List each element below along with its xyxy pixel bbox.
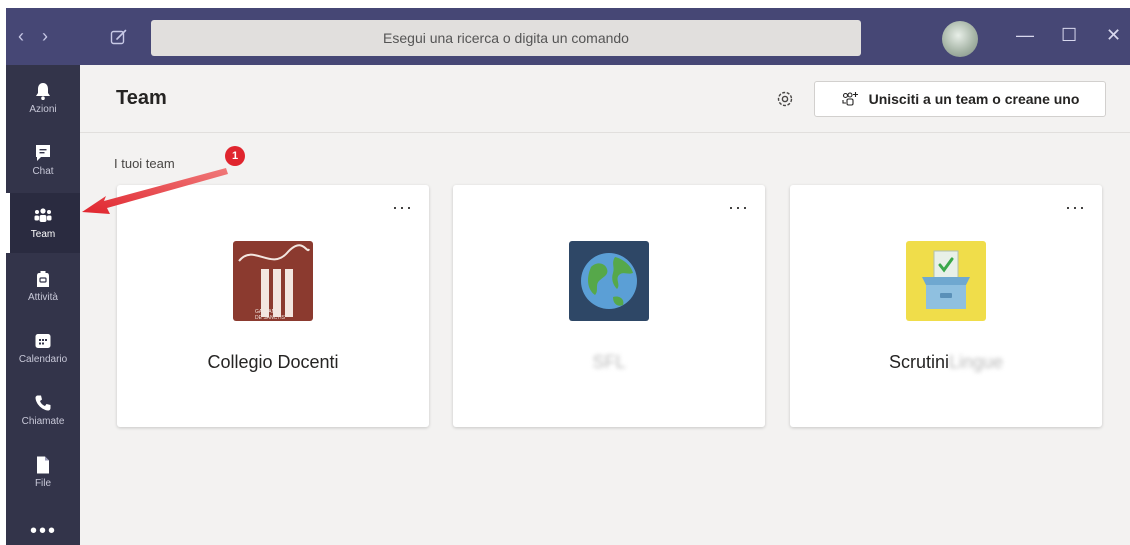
school-logo: GAETANO DE SANCTIS: [233, 241, 313, 321]
avatar[interactable]: [942, 21, 978, 57]
rail-item-file[interactable]: File: [6, 443, 80, 501]
calendar-icon: [35, 334, 51, 348]
join-or-create-team-button[interactable]: Unisciti a un team o creane uno: [814, 81, 1106, 117]
annotation-badge: 1: [225, 146, 245, 166]
page-title: Team: [116, 87, 167, 109]
rail-label: Chiamate: [21, 416, 65, 427]
backpack-icon: [37, 271, 49, 287]
chat-icon: [36, 145, 50, 161]
rail-item-azioni[interactable]: Azioni: [6, 69, 80, 127]
rail-item-calendario[interactable]: Calendario: [6, 319, 80, 377]
rail-item-team[interactable]: Team: [6, 193, 80, 253]
logo-text-2: DE SANCTIS: [255, 315, 286, 321]
chevron-left-icon[interactable]: ‹: [18, 26, 24, 46]
teams-icon: [34, 208, 52, 222]
app-bar: Azioni Chat Team Attività Calendario Chi…: [6, 65, 80, 545]
history-nav: ‹ ›: [18, 26, 48, 46]
team-name: ScrutiniLingue: [790, 352, 1102, 373]
rail-label: Calendario: [18, 354, 68, 365]
bell-icon: [36, 83, 50, 100]
section-label: I tuoi team: [114, 156, 175, 171]
team-name-visible: Scrutini: [888, 352, 949, 372]
team-name: SFL: [453, 352, 765, 373]
team-card-scrutini[interactable]: ··· ScrutiniLingue: [790, 185, 1102, 427]
team-card-2[interactable]: ··· SFL: [453, 185, 765, 427]
rail-label: File: [34, 478, 52, 489]
ballot-box-icon: [906, 241, 986, 321]
rail-item-attivita[interactable]: Attività: [6, 257, 80, 315]
team-name: Collegio Docenti: [207, 352, 339, 372]
gear-icon[interactable]: [774, 88, 796, 110]
teams-app: ‹ › Esegui una ricerca o digita un coman…: [6, 8, 1130, 545]
page-header: Team Unisciti a un team o creane uno: [80, 65, 1130, 133]
minimize-button[interactable]: —: [1016, 24, 1034, 46]
chevron-right-icon[interactable]: ›: [42, 26, 48, 46]
more-options-button[interactable]: ···: [1065, 197, 1086, 218]
rail-label: Azioni: [29, 104, 57, 115]
close-button[interactable]: ✕: [1106, 24, 1121, 46]
rail-item-chiamate[interactable]: Chiamate: [6, 381, 80, 439]
more-apps-button[interactable]: •••: [30, 520, 57, 543]
phone-icon: [35, 395, 51, 411]
more-options-button[interactable]: ···: [728, 197, 749, 218]
file-icon: [37, 456, 49, 474]
rail-label: Chat: [32, 166, 54, 177]
title-bar: ‹ › Esegui una ricerca o digita un coman…: [6, 8, 1130, 65]
rail-label: Team: [30, 229, 56, 240]
join-button-label: Unisciti a un team o creane uno: [868, 91, 1080, 107]
team-card-collegio-docenti[interactable]: ··· GAETANO DE SANCTIS Collegio Docenti: [117, 185, 429, 427]
rail-label: Attività: [27, 292, 58, 303]
team-name-hidden: Lingue: [948, 352, 1004, 372]
more-options-button[interactable]: ···: [392, 197, 413, 218]
maximize-button[interactable]: ☐: [1061, 24, 1077, 46]
globe-icon: [569, 241, 649, 321]
add-team-icon: [842, 92, 858, 106]
compose-icon[interactable]: [110, 28, 128, 46]
team-name-hidden: SFL: [592, 352, 626, 372]
rail-item-chat[interactable]: Chat: [6, 131, 80, 189]
search-input[interactable]: Esegui una ricerca o digita un comando: [151, 20, 861, 56]
